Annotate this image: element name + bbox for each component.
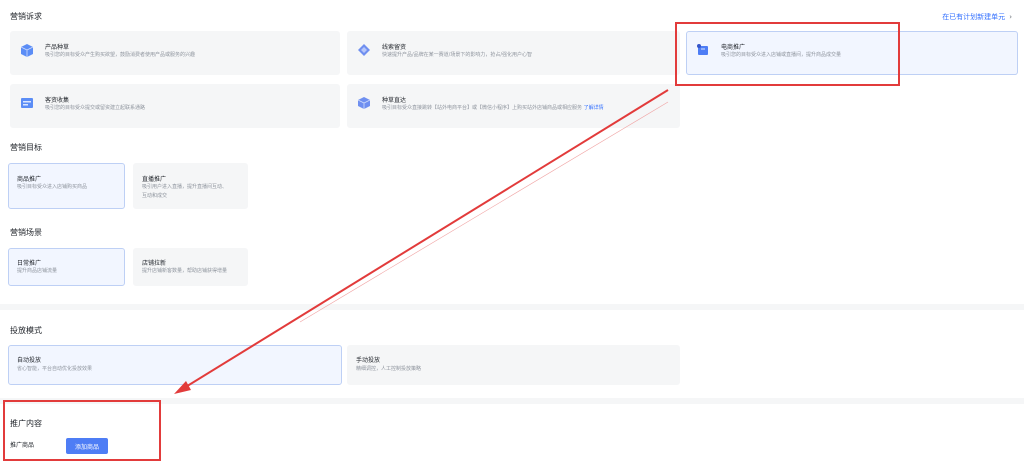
annotation-arrow: [174, 89, 669, 394]
